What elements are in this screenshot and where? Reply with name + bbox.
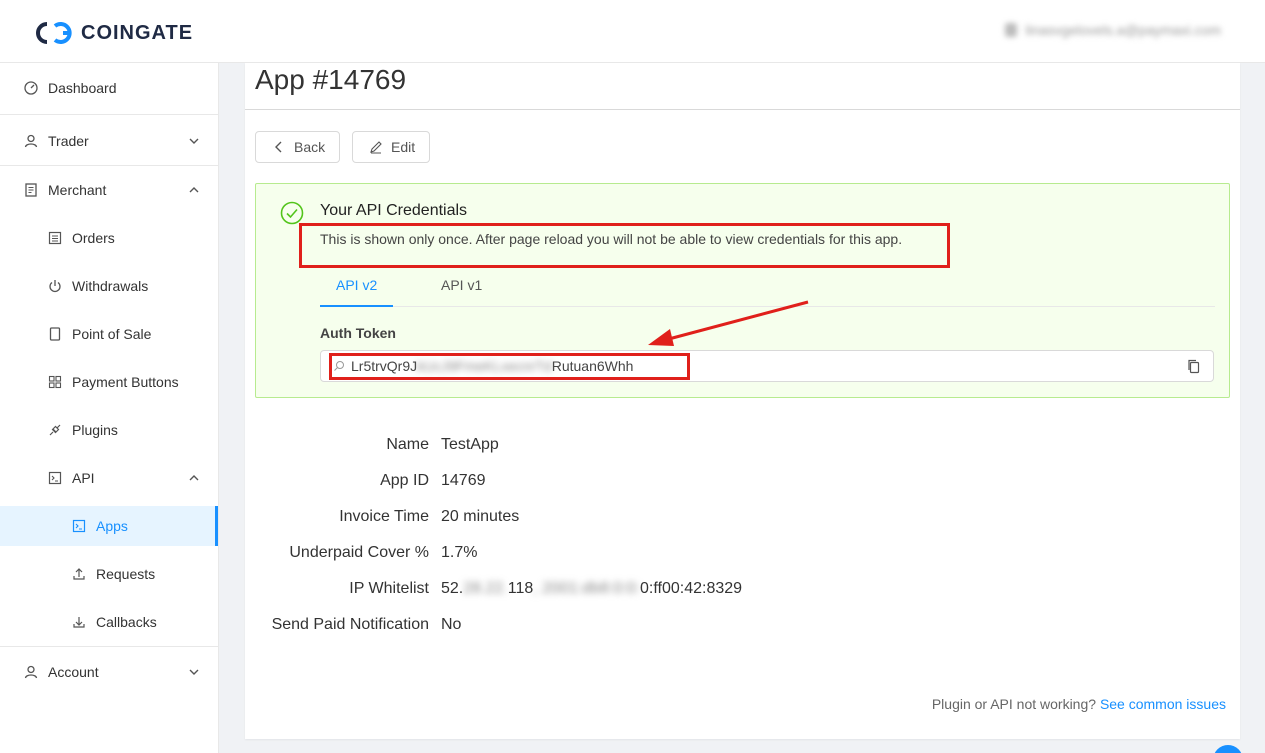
sidebar-item-label: Requests [96, 566, 156, 582]
help-footer: Plugin or API not working? See common is… [932, 696, 1226, 712]
search-icon [334, 361, 344, 371]
back-button[interactable]: Back [255, 131, 340, 163]
sidebar-item-label: Dashboard [48, 80, 117, 96]
sidebar-item-label: Withdrawals [72, 278, 149, 294]
detail-value-ip-whitelist: 52.28.22.118, 2001:db8:0:0:0:ff00:42:832… [441, 580, 743, 597]
edit-button[interactable]: Edit [352, 131, 430, 163]
sidebar-item-label: Callbacks [96, 614, 157, 630]
sidebar-item-label: Point of Sale [72, 326, 152, 342]
sidebar-item-orders[interactable]: Orders [0, 218, 218, 258]
detail-value-app-id: 14769 [441, 472, 486, 489]
chevron-up-icon [189, 187, 199, 193]
sidebar-item-label: Merchant [48, 182, 107, 198]
sidebar-item-requests[interactable]: Requests [0, 554, 218, 594]
copy-icon[interactable] [1187, 359, 1201, 375]
sidebar-item-apps[interactable]: Apps [0, 506, 218, 546]
chevron-down-icon [189, 669, 199, 675]
top-header: COINGATE linasvgelovels.a@paymaxi.com [0, 0, 1265, 63]
user-icon [1005, 23, 1018, 37]
divider [245, 109, 1240, 110]
sidebar-item-point-of-sale[interactable]: Point of Sale [0, 314, 218, 354]
sidebar-item-label: Apps [96, 518, 128, 534]
plug-icon [49, 424, 61, 436]
api-credentials-alert: Your API Credentials This is shown only … [255, 183, 1230, 398]
dashboard-icon [24, 81, 38, 95]
sidebar-item-label: Payment Buttons [72, 374, 179, 390]
user-icon [24, 134, 38, 148]
terminal-icon [48, 471, 62, 485]
auth-token-field[interactable]: Lr5trvQr9JkUcJ9FmeKLxecnrTdRutuan6Whh [320, 350, 1214, 382]
sidebar-item-withdrawals[interactable]: Withdrawals [0, 266, 218, 306]
sidebar-item-plugins[interactable]: Plugins [0, 410, 218, 450]
upload-icon [73, 568, 85, 580]
sidebar-item-merchant[interactable]: Merchant [0, 170, 218, 210]
terminal-icon [72, 519, 86, 533]
detail-value-invoice-time: 20 minutes [441, 508, 520, 525]
sidebar: Dashboard Trader Merchant Orders Withdra… [0, 63, 219, 753]
divider [0, 114, 218, 115]
sidebar-item-label: Orders [72, 230, 115, 246]
chevron-up-icon [189, 475, 199, 481]
detail-label-invoice-time: Invoice Time [339, 508, 429, 525]
sidebar-item-payment-buttons[interactable]: Payment Buttons [0, 362, 218, 402]
orders-icon [48, 231, 62, 245]
tab-api-v2[interactable]: API v2 [336, 277, 377, 293]
grid-icon [48, 375, 62, 389]
power-icon [49, 280, 61, 293]
tablet-icon [49, 327, 61, 341]
sidebar-item-label: Trader [48, 133, 89, 149]
sidebar-item-api[interactable]: API [0, 458, 218, 498]
common-issues-link[interactable]: See common issues [1100, 696, 1226, 712]
coingate-logo-mark [36, 22, 72, 44]
auth-token-value: Lr5trvQr9JkUcJ9FmeKLxecnrTdRutuan6Whh [351, 358, 634, 374]
auth-token-label: Auth Token [320, 325, 396, 341]
active-tab-indicator [320, 305, 393, 307]
detail-value-underpaid-cover: 1.7% [441, 544, 478, 561]
sidebar-item-label: API [72, 470, 95, 486]
help-chat-button[interactable] [1213, 745, 1243, 753]
alert-description: This is shown only once. After page relo… [320, 231, 903, 247]
divider [0, 165, 218, 166]
sidebar-item-dashboard[interactable]: Dashboard [0, 68, 218, 108]
user-icon [24, 665, 38, 679]
user-email: linasvgelovels.a@paymaxi.com [1025, 22, 1221, 38]
app-detail-card: App #14769 Back Edit Your API Credential… [245, 63, 1240, 739]
detail-label-app-id: App ID [380, 472, 429, 489]
sidebar-item-label: Plugins [72, 422, 118, 438]
pencil-icon [370, 141, 382, 154]
sidebar-item-label: Account [48, 664, 99, 680]
detail-label-underpaid-cover: Underpaid Cover % [289, 544, 429, 561]
detail-value-send-paid-notification: No [441, 616, 462, 633]
detail-label-ip-whitelist: IP Whitelist [349, 580, 429, 597]
detail-value-name: TestApp [441, 436, 499, 453]
sidebar-item-callbacks[interactable]: Callbacks [0, 602, 218, 642]
divider [0, 646, 218, 647]
chevron-down-icon [189, 138, 199, 144]
coingate-logo[interactable]: COINGATE [33, 20, 193, 46]
download-icon [73, 617, 85, 628]
user-menu[interactable]: linasvgelovels.a@paymaxi.com [1005, 22, 1221, 38]
alert-title: Your API Credentials [320, 202, 468, 219]
chevron-left-icon [275, 141, 282, 153]
back-button-label: Back [294, 139, 326, 155]
sidebar-item-account[interactable]: Account [0, 652, 218, 692]
tab-api-v1[interactable]: API v1 [441, 277, 482, 293]
brand-name: COINGATE [81, 21, 194, 44]
detail-label-send-paid-notification: Send Paid Notification [271, 616, 429, 633]
sidebar-item-trader[interactable]: Trader [0, 121, 218, 161]
detail-label-name: Name [386, 436, 429, 453]
help-text: Plugin or API not working? [931, 696, 1097, 712]
api-version-tabs: API v2 API v1 [320, 269, 1215, 307]
edit-button-label: Edit [391, 139, 416, 155]
check-circle-icon [280, 201, 304, 225]
page-title: App #14769 [255, 64, 407, 95]
merchant-icon [25, 183, 37, 197]
